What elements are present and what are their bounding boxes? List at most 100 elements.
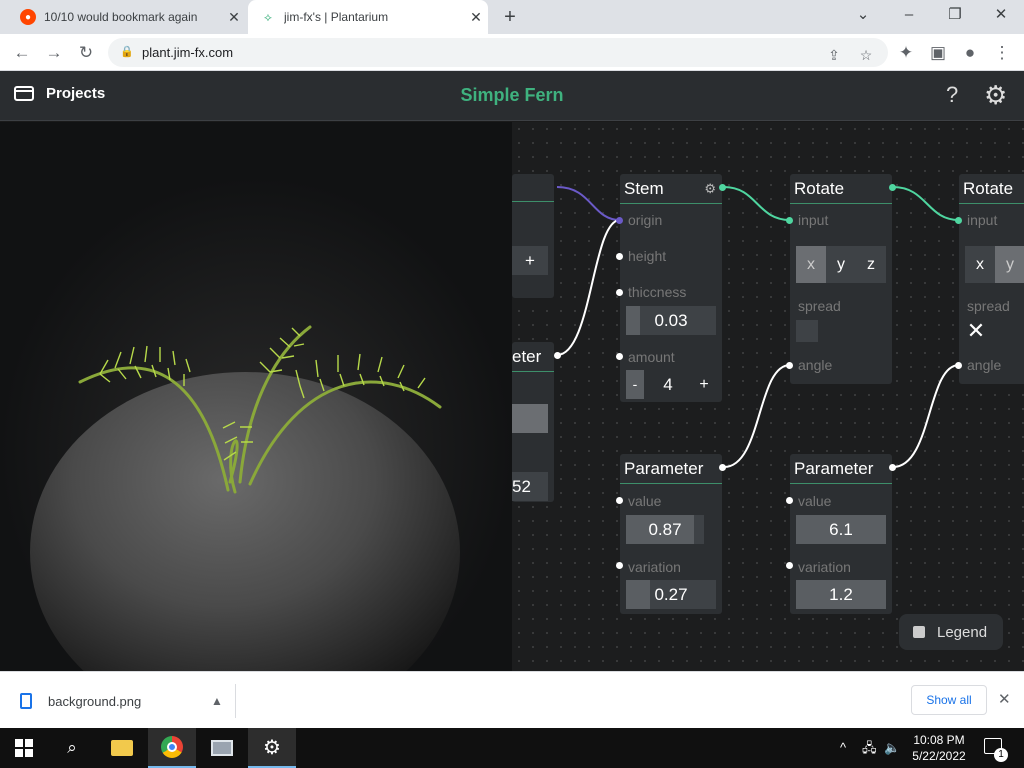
partial-value-field[interactable]: 52	[512, 472, 548, 501]
spread-checkbox[interactable]	[796, 320, 818, 342]
node-gear-icon[interactable]: ⚙	[704, 174, 716, 204]
browser-tab-plantarium[interactable]: ⟡ jim-fx's | Plantarium ✕	[248, 0, 488, 34]
value-slider[interactable]: 6.1	[796, 515, 886, 544]
forward-icon[interactable]: →	[42, 41, 66, 65]
axis-z-toggle[interactable]: z	[856, 246, 886, 283]
variation-slider[interactable]: 0.27	[626, 580, 716, 609]
photos-app-icon[interactable]	[198, 728, 246, 768]
reddit-icon: ●	[20, 9, 36, 25]
partial-parameter-node[interactable]: eter 52	[512, 342, 554, 502]
partial-slider[interactable]	[512, 404, 548, 433]
show-all-button[interactable]: Show all	[911, 685, 987, 715]
settings-app-icon[interactable]: ⚙	[248, 728, 296, 768]
rotate-node-2[interactable]: Rotate input x y spread ✕ angle	[959, 174, 1024, 384]
socket-param2-value[interactable]	[786, 497, 793, 504]
rotate-node-1[interactable]: Rotate input x y z spread angle	[790, 174, 892, 384]
node-editor[interactable]: + eter 52 Stem ⚙ origin height thiccness…	[512, 122, 1024, 671]
profile-avatar-icon[interactable]: ●	[958, 41, 982, 65]
socket-thiccness[interactable]	[616, 289, 623, 296]
close-tab-icon[interactable]: ✕	[222, 9, 246, 26]
chevron-up-icon[interactable]: ▲	[211, 694, 235, 708]
thiccness-slider[interactable]: 0.03	[626, 306, 716, 335]
axis-toggle-group: x y z	[796, 246, 886, 283]
tab-search-icon[interactable]: ⌄	[840, 0, 886, 34]
partial-add-button[interactable]: +	[512, 246, 548, 275]
restore-button[interactable]: ❐	[932, 0, 978, 34]
socket-amount[interactable]	[616, 353, 623, 360]
search-icon[interactable]: ⌕	[48, 728, 96, 768]
node-title: Stem	[624, 179, 664, 198]
legend-square-icon	[913, 626, 925, 638]
value-slider[interactable]: 0.87	[626, 515, 704, 544]
start-button[interactable]	[0, 728, 48, 768]
socket-rotate1-input[interactable]	[786, 217, 793, 224]
extensions-icon[interactable]: ✦	[894, 41, 918, 65]
amount-stepper[interactable]: - 4 +	[626, 370, 716, 399]
axis-toggle-group: x y	[965, 246, 1024, 283]
menu-kebab-icon[interactable]: ⋮	[990, 41, 1014, 65]
browser-tab-reddit[interactable]: ● 10/10 would bookmark again ✕	[8, 0, 246, 34]
new-tab-button[interactable]: +	[498, 5, 522, 29]
node-title: Parameter	[790, 454, 892, 484]
socket-param2-out[interactable]	[889, 464, 896, 471]
parameter-node-1[interactable]: Parameter value 0.87 variation 0.27	[620, 454, 722, 614]
socket-param1-value[interactable]	[616, 497, 623, 504]
url-field[interactable]: 🔒 plant.jim-fx.com ⇪ ☆	[108, 38, 888, 67]
decrement-button[interactable]: -	[626, 370, 644, 399]
help-icon[interactable]: ?	[946, 82, 958, 108]
volume-icon[interactable]: 🔈	[884, 728, 900, 768]
spread-label: spread	[967, 298, 1010, 314]
socket-rotate1-angle[interactable]	[786, 362, 793, 369]
socket-stem-out[interactable]	[719, 184, 726, 191]
minimize-button[interactable]: –	[886, 0, 932, 34]
stem-node[interactable]: Stem ⚙ origin height thiccness 0.03 amou…	[620, 174, 722, 402]
variation-label: variation	[628, 559, 681, 575]
socket-origin[interactable]	[616, 217, 623, 224]
socket-rotate1-out[interactable]	[889, 184, 896, 191]
file-explorer-icon[interactable]	[98, 728, 146, 768]
socket-param1-out[interactable]	[719, 464, 726, 471]
axis-x-toggle[interactable]: x	[796, 246, 826, 283]
tray-chevron-icon[interactable]: ^	[840, 728, 846, 768]
fern-render	[0, 122, 512, 671]
network-icon[interactable]: 🖧	[862, 728, 877, 768]
socket-param2-variation[interactable]	[786, 562, 793, 569]
socket-height[interactable]	[616, 253, 623, 260]
partial-node-top[interactable]: +	[512, 174, 554, 298]
clock-date: 5/22/2022	[912, 749, 966, 763]
axis-y-toggle[interactable]: y	[995, 246, 1024, 283]
close-tab-icon[interactable]: ✕	[464, 9, 488, 26]
socket-rotate2-input[interactable]	[955, 217, 962, 224]
socket-param1-variation[interactable]	[616, 562, 623, 569]
slider-fill	[626, 580, 651, 609]
3d-viewport[interactable]	[0, 122, 512, 671]
spread-checkbox-checked[interactable]: ✕	[965, 320, 987, 342]
socket-partial-out[interactable]	[554, 352, 561, 359]
increment-button[interactable]: +	[692, 370, 716, 399]
axis-x-toggle[interactable]: x	[965, 246, 995, 283]
back-icon[interactable]: ←	[10, 41, 34, 65]
parameter-node-2[interactable]: Parameter value 6.1 variation 1.2	[790, 454, 892, 614]
close-window-button[interactable]: ✕	[978, 0, 1024, 34]
taskbar-clock[interactable]: 10:08 PM 5/22/2022	[906, 732, 972, 764]
projects-button[interactable]: Projects	[14, 85, 105, 102]
project-title: Simple Fern	[460, 85, 564, 105]
variation-slider[interactable]: 1.2	[796, 580, 886, 609]
axis-y-toggle[interactable]: y	[826, 246, 856, 283]
socket-rotate2-angle[interactable]	[955, 362, 962, 369]
legend-button[interactable]: Legend	[899, 614, 1003, 650]
tab-title: 10/10 would bookmark again	[44, 10, 198, 24]
reload-icon[interactable]: ↻	[74, 41, 98, 65]
bookmark-star-icon[interactable]: ☆	[856, 45, 876, 65]
projects-label: Projects	[46, 85, 106, 102]
chrome-icon[interactable]	[148, 728, 196, 768]
side-panel-icon[interactable]: ▣	[926, 41, 950, 65]
spread-label: spread	[798, 298, 841, 314]
value-label: value	[628, 493, 662, 509]
url-text: plant.jim-fx.com	[142, 45, 234, 60]
close-download-bar-icon[interactable]: ✕	[998, 690, 1011, 708]
share-icon[interactable]: ⇪	[824, 45, 844, 65]
node-title: Rotate	[790, 174, 892, 204]
download-item[interactable]: background.png ▲	[20, 684, 236, 718]
settings-gear-icon[interactable]: ⚙	[984, 80, 1007, 111]
